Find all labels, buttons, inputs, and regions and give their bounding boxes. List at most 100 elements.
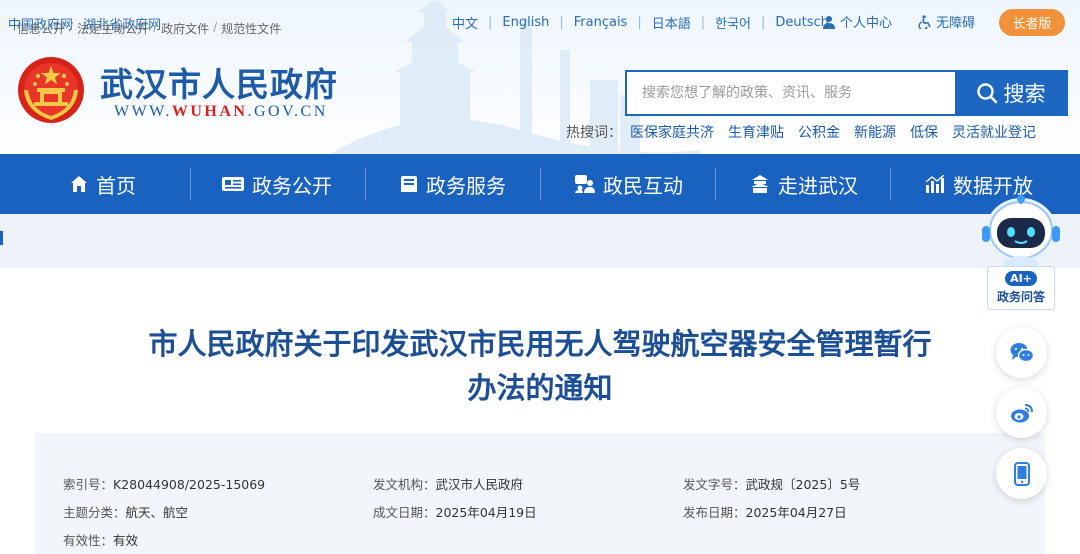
weibo-icon [1010, 403, 1033, 422]
article-title-line: 市人民政府关于印发武汉市民用无人驾驶航空器安全管理暂行 [148, 327, 932, 361]
site-url-brand: WUHAN [171, 103, 248, 120]
accessibility-label: 无障碍 [936, 16, 976, 31]
search-box: 搜索 [625, 70, 1068, 116]
personal-center-label: 个人中心 [840, 16, 893, 31]
lang-chinese[interactable]: 中文 [452, 13, 478, 32]
nav-label: 政务服务 [426, 173, 506, 198]
lang-divider: | [761, 15, 766, 30]
article-title-line: 办法的通知 [467, 371, 613, 405]
meta-value: 有效 [113, 533, 139, 548]
nav-item-gov-services[interactable]: 政务服务 [400, 154, 506, 214]
meta-label: 发文机构： [373, 477, 436, 492]
meta-label: 发文字号： [683, 477, 746, 492]
breadcrumb: 信息公开 / 法定主动公开 / 政府文件 / 规范性文件 [17, 20, 281, 37]
language-bar: 中文 | English | Français | 日本語 | 한국어 | De… [452, 13, 829, 32]
nav-divider [190, 168, 191, 200]
national-emblem-icon [18, 57, 84, 123]
mobile-phone-icon [1013, 461, 1030, 486]
nav-label: 走进武汉 [778, 173, 858, 198]
meta-label: 主题分类： [63, 505, 126, 520]
mobile-app-button[interactable] [996, 448, 1047, 499]
chat-users-icon [575, 175, 595, 193]
accessibility-icon [918, 14, 931, 29]
breadcrumb-item[interactable]: 法定主动公开 [77, 20, 149, 37]
pavilion-icon [751, 175, 769, 193]
nav-item-home[interactable]: 首页 [70, 154, 136, 214]
nav-divider [890, 168, 891, 200]
meta-document-number: 发文字号：武政规〔2025〕5号 [683, 474, 860, 493]
meta-label: 索引号： [63, 477, 114, 492]
user-icon [823, 15, 835, 29]
breadcrumb-item[interactable]: 信息公开 [17, 20, 65, 37]
document-meta-panel: 索引号：K28044908/2025-15069 发文机构：武汉市人民政府 发文… [35, 433, 1045, 554]
accessibility-link[interactable]: 无障碍 [918, 12, 975, 31]
hot-search-item[interactable]: 生育津贴 [728, 122, 784, 142]
bar-chart-icon [925, 175, 945, 193]
lang-french[interactable]: Français [574, 15, 628, 30]
nav-divider [365, 168, 366, 200]
meta-label: 有效性： [63, 533, 114, 548]
lang-german[interactable]: Deutsch [775, 15, 829, 30]
lang-korean[interactable]: 한국어 [715, 13, 751, 32]
ai-assistant-label: 政务问答 [996, 290, 1045, 304]
personal-center-link[interactable]: 个人中心 [822, 12, 892, 31]
wechat-icon [1010, 342, 1034, 362]
meta-value: 2025年04月19日 [435, 505, 537, 520]
ai-assistant-button[interactable]: AI+ 政务问答 [987, 266, 1055, 310]
nav-label: 首页 [96, 173, 136, 198]
meta-created-date: 成文日期：2025年04月19日 [373, 502, 537, 521]
nav-label: 政务公开 [252, 173, 332, 198]
meta-value: 武汉市人民政府 [435, 477, 524, 492]
site-title: 武汉市人民政府 [100, 65, 338, 104]
lang-divider: | [700, 15, 706, 30]
article-title: 市人民政府关于印发武汉市民用无人驾驶航空器安全管理暂行 办法的通知 [70, 322, 1010, 410]
nav-item-enter-wuhan[interactable]: 走进武汉 [750, 154, 858, 214]
lang-english[interactable]: English [502, 15, 549, 30]
breadcrumb-item[interactable]: 政府文件 [161, 20, 209, 37]
lang-divider: | [559, 15, 564, 30]
nav-label: 政民互动 [603, 173, 683, 198]
search-icon [976, 83, 997, 104]
ai-badge: AI+ [1005, 271, 1037, 286]
search-button[interactable]: 搜索 [955, 72, 1066, 114]
hot-search-label: 热搜词： [566, 125, 622, 141]
document-icon [401, 176, 417, 192]
breadcrumb-separator: / [213, 20, 218, 34]
search-button-label: 搜索 [1003, 82, 1046, 106]
nav-item-gov-citizen-interaction[interactable]: 政民互动 [575, 154, 683, 214]
hot-search-item[interactable]: 医保家庭共济 [630, 122, 714, 142]
search-input[interactable] [627, 72, 955, 114]
breadcrumb-separator: / [153, 20, 158, 34]
site-url: WWW.WUHAN.GOV.CN [114, 103, 328, 121]
meta-issuer: 发文机构：武汉市人民政府 [373, 474, 523, 493]
site-url-prefix: WWW. [114, 103, 172, 120]
meta-label: 发布日期： [683, 505, 746, 520]
hot-search: 热搜词： 医保家庭共济 生育津贴 公积金 新能源 低保 灵活就业登记 [566, 122, 1050, 142]
wechat-button[interactable] [996, 327, 1047, 378]
hot-search-item[interactable]: 灵活就业登记 [952, 122, 1036, 142]
elder-mode-button[interactable]: 长者版 [999, 9, 1065, 36]
home-icon [71, 176, 87, 192]
lang-japanese[interactable]: 日本語 [652, 13, 691, 32]
meta-index-number: 索引号：K28044908/2025-15069 [63, 474, 265, 493]
nav-divider [540, 168, 541, 200]
main-nav: 首页 政务公开 政务服务 政民互动 走进武汉 数据开放 [0, 154, 1080, 214]
hot-search-item[interactable]: 新能源 [854, 122, 896, 142]
meta-published-date: 发布日期：2025年04月27日 [683, 502, 847, 521]
nav-item-gov-affairs-open[interactable]: 政务公开 [222, 154, 332, 214]
meta-value: 2025年04月27日 [745, 505, 847, 520]
breadcrumb-marker [0, 231, 3, 245]
meta-label: 成文日期： [373, 505, 436, 520]
breadcrumb-separator: / [69, 20, 74, 34]
breadcrumb-item[interactable]: 规范性文件 [221, 20, 281, 37]
weibo-button[interactable] [996, 387, 1047, 438]
hot-search-item[interactable]: 公积金 [798, 122, 840, 142]
meta-validity: 有效性：有效 [63, 530, 138, 549]
meta-value: K28044908/2025-15069 [113, 477, 266, 492]
lang-divider: | [637, 15, 642, 30]
news-icon [222, 177, 244, 191]
lang-divider: | [488, 15, 493, 30]
meta-value: 航天、航空 [125, 505, 189, 520]
hot-search-item[interactable]: 低保 [910, 122, 938, 142]
breadcrumb-bar [0, 214, 1080, 268]
